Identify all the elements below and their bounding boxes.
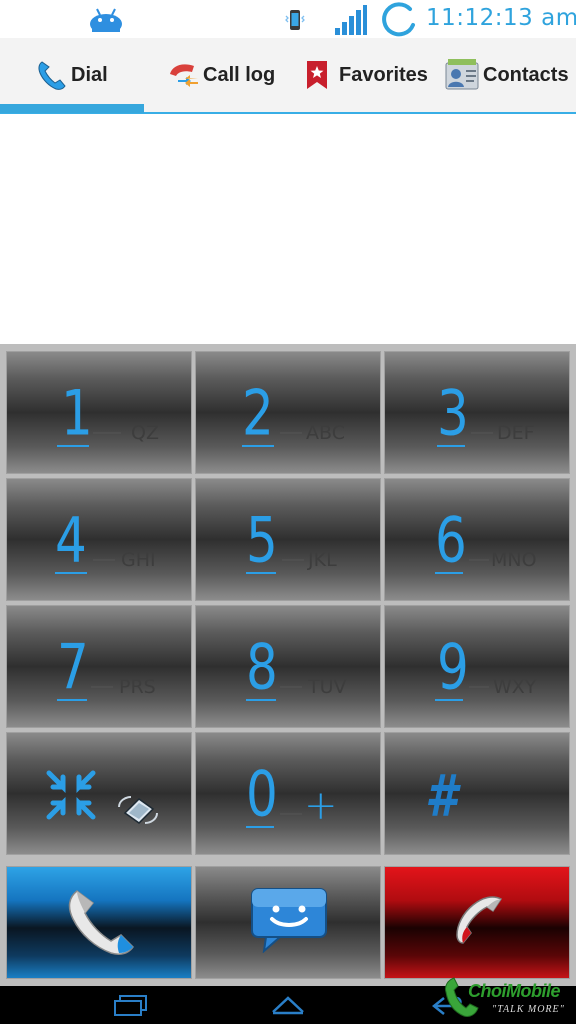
key-7[interactable]: 7 PRS [6, 605, 192, 728]
key-2[interactable]: 2 ABC [195, 351, 381, 474]
watermark-tagline: "TALK MORE" [492, 1004, 565, 1015]
key-0[interactable]: 0 + [195, 732, 381, 855]
tab-favorites[interactable]: Favorites [304, 38, 428, 112]
key-8[interactable]: 8 TUV [195, 605, 381, 728]
watermark-brand: ChoiMobile [468, 981, 561, 1001]
signal-icon [335, 5, 367, 35]
key-dash [93, 432, 121, 434]
tab-dial-label: Dial [71, 63, 108, 86]
key-dash [93, 559, 115, 561]
key-9[interactable]: 9 WXY [384, 605, 570, 728]
key-3[interactable]: 3 DEF [384, 351, 570, 474]
key-digit: 6 [435, 504, 467, 577]
contact-card-icon [445, 59, 479, 90]
call-log-icon [170, 64, 198, 87]
key-underline [55, 572, 87, 574]
key-digit: 1 [61, 377, 93, 450]
key-collapse[interactable] [6, 732, 192, 855]
recent-apps-icon[interactable] [112, 994, 148, 1016]
key-letters: TUV [308, 676, 347, 698]
key-digit: 2 [242, 377, 274, 450]
key-underline [246, 572, 276, 574]
end-call-icon [456, 896, 503, 944]
key-dash [471, 432, 493, 434]
message-icon [251, 888, 327, 953]
key-digit: # [425, 762, 458, 830]
key-underline [242, 445, 274, 447]
key-digit: 4 [55, 504, 87, 577]
dialpad: 1 QZ 2 ABC 3 DEF 4 GHI 5 JKL 6 MNO 7 PRS… [0, 344, 576, 986]
collapse-icon [46, 770, 96, 820]
tab-contacts-label: Contacts [483, 63, 569, 86]
phone-status-icon [285, 10, 305, 30]
end-call-button[interactable] [384, 866, 570, 979]
key-underline [57, 699, 87, 701]
tab-contacts[interactable]: Contacts [444, 38, 569, 112]
home-icon[interactable] [270, 994, 306, 1016]
key-letters: ABC [306, 422, 345, 444]
key-1[interactable]: 1 QZ [6, 351, 192, 474]
key-4[interactable]: 4 GHI [6, 478, 192, 601]
key-underline [437, 445, 465, 447]
key-digit: 5 [246, 504, 278, 577]
key-hash[interactable]: # [384, 732, 570, 855]
key-dash [280, 813, 302, 815]
key-letters: WXY [493, 676, 537, 698]
star-bookmark-icon [307, 61, 327, 89]
key-dash [280, 432, 302, 434]
key-digit: 7 [57, 631, 89, 704]
call-icon [68, 890, 134, 955]
key-digit: 9 [437, 631, 469, 704]
tab-call-log[interactable]: Call log [168, 38, 275, 112]
key-letters: + [304, 783, 338, 829]
key-letters: PRS [119, 676, 156, 698]
message-button[interactable] [195, 866, 381, 979]
tab-bar: Dial Call log Favorites Contacts [0, 38, 576, 114]
android-icon [90, 8, 122, 32]
key-dash [91, 686, 113, 688]
key-digit: 0 [246, 758, 278, 831]
tab-dial[interactable]: Dial [36, 38, 108, 112]
key-5[interactable]: 5 JKL [195, 478, 381, 601]
key-dash [469, 686, 489, 688]
rotate-device-icon [118, 796, 158, 824]
tab-call-log-label: Call log [203, 63, 276, 86]
key-letters: GHI [121, 549, 156, 571]
key-6[interactable]: 6 MNO [384, 478, 570, 601]
clock: 11:12:13 am [426, 5, 576, 31]
active-tab-indicator [0, 104, 144, 113]
sync-icon [382, 2, 415, 37]
call-button[interactable] [6, 866, 192, 979]
key-letters: DEF [497, 422, 535, 444]
phone-handset-icon [38, 61, 66, 90]
key-letters: QZ [131, 422, 159, 444]
key-letters: JKL [308, 549, 337, 571]
status-bar: 11:12:13 am [0, 0, 576, 38]
key-underline [246, 826, 274, 828]
key-digit: 3 [437, 377, 469, 450]
tab-favorites-label: Favorites [339, 63, 428, 86]
key-underline [57, 445, 89, 447]
key-letters: MNO [491, 549, 537, 571]
key-dash [280, 686, 302, 688]
number-display[interactable] [0, 116, 576, 344]
key-dash [282, 559, 304, 561]
key-underline [435, 572, 463, 574]
key-dash [469, 559, 489, 561]
key-underline [246, 699, 276, 701]
key-underline [435, 699, 463, 701]
key-digit: 8 [246, 631, 278, 704]
